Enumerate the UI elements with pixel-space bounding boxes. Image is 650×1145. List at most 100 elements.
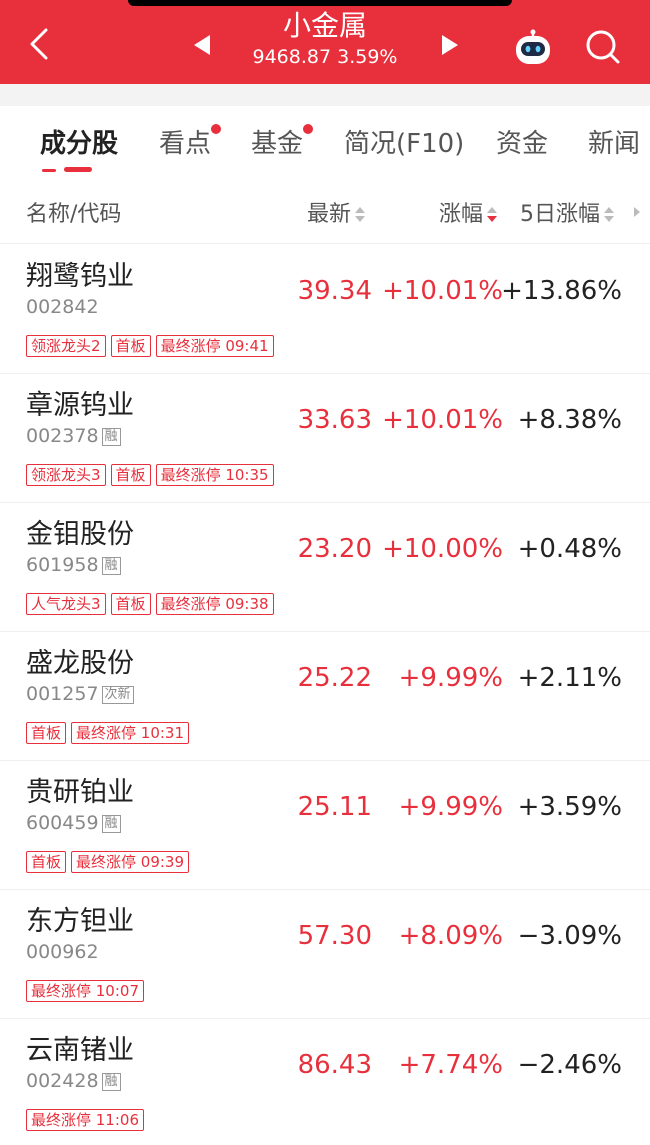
- stock-tag: 领涨龙头2: [26, 335, 106, 357]
- back-arrow-icon[interactable]: [22, 24, 58, 64]
- change-percent: +8.09%: [398, 921, 503, 951]
- table-row[interactable]: 金钼股份 601958 融 人气龙头3 首板 最终涨停 09:38 23.20 +10…: [0, 503, 650, 632]
- page-title: 小金属: [282, 9, 367, 42]
- tab-label: 基金: [251, 129, 304, 159]
- margin-trading-badge: 融: [101, 428, 121, 446]
- stock-code: 002428: [26, 1070, 99, 1092]
- tab-label: 新闻: [588, 129, 641, 159]
- stock-tag: 首板: [26, 722, 67, 744]
- latest-price: 23.20: [297, 534, 372, 564]
- active-tab-indicator: [42, 167, 92, 172]
- stock-tag: 最终涨停 10:31: [71, 722, 190, 744]
- sort-icon: [604, 207, 614, 223]
- index-value: 9468.87: [252, 46, 332, 68]
- tag-list: 领涨龙头2 首板 最终涨停 09:41: [26, 335, 279, 359]
- robot-assistant-icon[interactable]: [512, 29, 554, 67]
- column-label: 最新: [307, 202, 352, 227]
- stock-code: 000962: [26, 941, 99, 963]
- tab-label: 成分股: [40, 129, 119, 159]
- change-percent: +7.74%: [398, 1050, 503, 1080]
- margin-trading-badge: 融: [101, 1073, 121, 1091]
- column-label: 涨幅: [439, 202, 484, 227]
- stock-tag: 最终涨停 09:41: [155, 335, 274, 357]
- five-day-change: +13.86%: [501, 276, 622, 306]
- table-row[interactable]: 云南锗业 002428 融 最终涨停 11:06 86.43 +7.74% −2.…: [0, 1019, 650, 1145]
- stock-code: 001257: [26, 683, 99, 705]
- stock-code-line: 002428 融: [26, 1069, 121, 1093]
- prev-triangle-icon[interactable]: [190, 32, 214, 58]
- tab-highlights[interactable]: 看点: [159, 124, 222, 162]
- margin-trading-badge: 融: [101, 815, 121, 833]
- stock-code-line: 000962: [26, 940, 99, 964]
- more-columns-icon[interactable]: [634, 207, 640, 217]
- tab-funds[interactable]: 基金: [251, 124, 314, 162]
- latest-price: 33.63: [297, 405, 372, 435]
- stock-name: 贵研铂业: [26, 777, 134, 808]
- latest-price: 25.22: [297, 663, 372, 693]
- stock-tag: 首板: [110, 464, 151, 486]
- stock-name: 东方钽业: [26, 906, 134, 937]
- tag-list: 人气龙头3 首板 最终涨停 09:38: [26, 593, 279, 617]
- table-row[interactable]: 贵研铂业 600459 融 首板 最终涨停 09:39 25.11 +9.99% +…: [0, 761, 650, 890]
- stock-tag: 最终涨停 10:35: [155, 464, 274, 486]
- stock-tag: 人气龙头3: [26, 593, 106, 615]
- tab-label: 简况(F10): [344, 129, 465, 159]
- stock-tag: 领涨龙头3: [26, 464, 106, 486]
- tab-constituents[interactable]: 成分股: [40, 126, 118, 162]
- change-percent: +10.00%: [382, 534, 503, 564]
- tab-label: 资金: [496, 129, 549, 159]
- table-row[interactable]: 章源钨业 002378 融 领涨龙头3 首板 最终涨停 10:35 33.63 +10…: [0, 374, 650, 503]
- latest-price: 86.43: [297, 1050, 372, 1080]
- index-quote: 9468.87 3.59%: [225, 44, 425, 70]
- five-day-change: −3.09%: [517, 921, 622, 951]
- five-day-change: +8.38%: [517, 405, 622, 435]
- column-header-name: 名称/代码: [26, 200, 121, 230]
- five-day-change: −2.46%: [517, 1050, 622, 1080]
- stock-code: 600459: [26, 812, 99, 834]
- latest-price: 39.34: [297, 276, 372, 306]
- stock-tag: 首板: [110, 593, 151, 615]
- latest-price: 25.11: [297, 792, 372, 822]
- margin-trading-badge: 融: [101, 557, 121, 575]
- stock-code: 002842: [26, 296, 99, 318]
- status-notch: [128, 0, 512, 6]
- stock-tag: 最终涨停 09:39: [71, 851, 190, 873]
- tab-news[interactable]: 新闻: [588, 126, 640, 162]
- five-day-change: +2.11%: [517, 663, 622, 693]
- sort-desc-icon: [487, 207, 498, 223]
- tag-list: 首板 最终涨停 10:31: [26, 722, 194, 746]
- table-row[interactable]: 翔鹭钨业 002842 领涨龙头2 首板 最终涨停 09:41 39.34 +10.…: [0, 245, 650, 374]
- stock-tag: 最终涨停 11:06: [26, 1109, 144, 1131]
- column-header-5day-change[interactable]: 5日涨幅: [520, 200, 614, 230]
- latest-price: 57.30: [297, 921, 372, 951]
- table-row[interactable]: 东方钽业 000962 最终涨停 10:07 57.30 +8.09% −3.0…: [0, 890, 650, 1019]
- stock-tag: 首板: [110, 335, 151, 357]
- stock-code-line: 002842: [26, 295, 99, 319]
- stock-name: 翔鹭钨业: [26, 261, 134, 292]
- tab-capital-flow[interactable]: 资金: [496, 126, 548, 162]
- column-header-latest[interactable]: 最新: [307, 200, 366, 230]
- next-triangle-icon[interactable]: [438, 32, 462, 58]
- table-row[interactable]: 盛龙股份 001257 次新 首板 最终涨停 10:31 25.22 +9.99% …: [0, 632, 650, 761]
- column-label: 5日涨幅: [520, 202, 600, 227]
- change-percent: +10.01%: [382, 405, 503, 435]
- stock-code-line: 002378 融: [26, 424, 121, 448]
- stock-code-line: 601958 融: [26, 553, 121, 577]
- tag-list: 领涨龙头3 首板 最终涨停 10:35: [26, 464, 279, 488]
- sort-icon: [355, 207, 366, 223]
- stock-name: 云南锗业: [26, 1035, 134, 1066]
- new-listing-badge: 次新: [101, 686, 134, 704]
- top-nav-bar: 小金属 9468.87 3.59%: [0, 0, 650, 84]
- index-change: 3.59%: [337, 46, 398, 68]
- search-icon[interactable]: [582, 26, 624, 68]
- stock-tag: 最终涨停 09:38: [155, 593, 274, 615]
- tag-list: 首板 最终涨停 09:39: [26, 851, 194, 875]
- column-header-change[interactable]: 涨幅: [439, 200, 498, 230]
- stock-code: 002378: [26, 425, 99, 447]
- header-spacer: [0, 84, 650, 106]
- tab-profile-f10[interactable]: 简况(F10): [344, 126, 464, 162]
- stock-name: 金钼股份: [26, 519, 134, 550]
- tab-bar: 成分股 看点 基金 简况(F10) 资金 新闻: [0, 106, 650, 184]
- change-percent: +9.99%: [398, 663, 503, 693]
- column-label: 名称/代码: [26, 202, 122, 227]
